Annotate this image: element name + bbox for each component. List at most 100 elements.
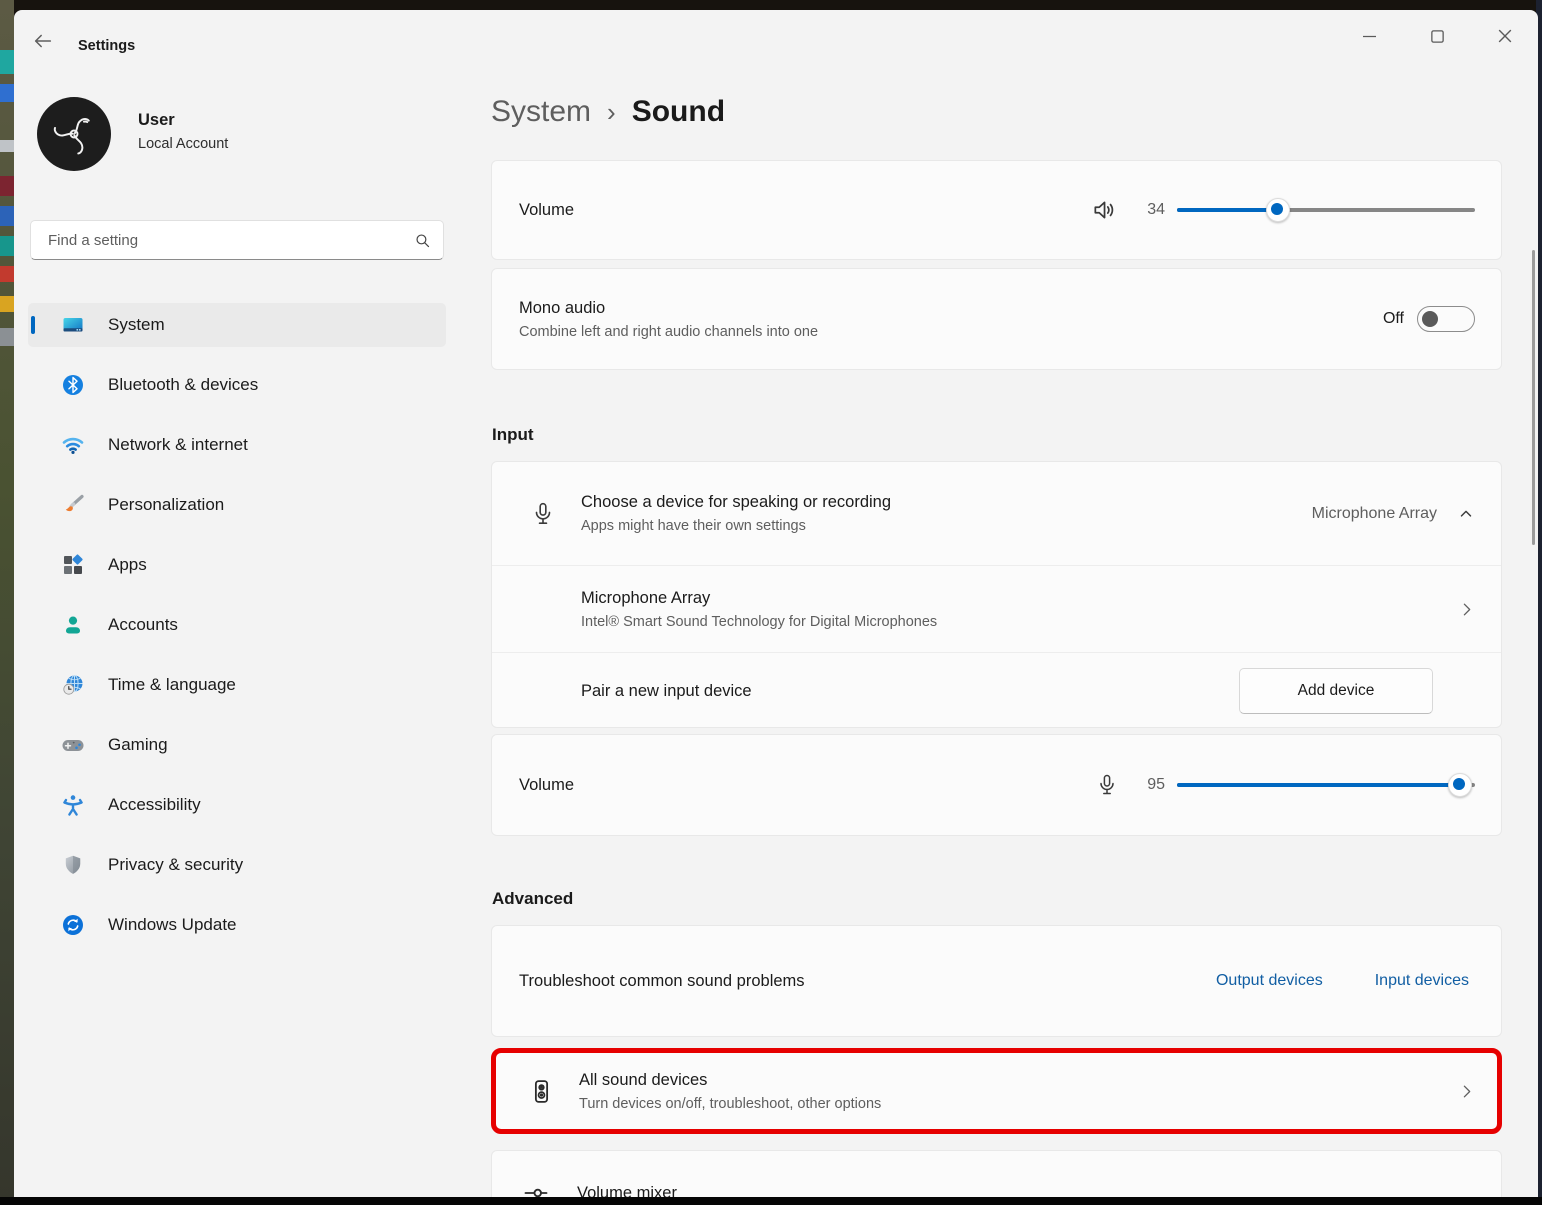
sidebar-item-apps[interactable]: Apps bbox=[28, 543, 446, 587]
sidebar-item-personalization[interactable]: Personalization bbox=[28, 483, 446, 527]
search-box[interactable] bbox=[30, 220, 444, 260]
all-sound-devices-subtitle: Turn devices on/off, troubleshoot, other… bbox=[579, 1096, 881, 1112]
microphone-icon[interactable] bbox=[1095, 773, 1119, 797]
desktop-icon-fragment bbox=[0, 206, 14, 226]
mic-device-description: Intel® Smart Sound Technology for Digita… bbox=[581, 614, 937, 630]
chevron-up-icon[interactable] bbox=[1457, 505, 1475, 523]
all-sound-devices-title: All sound devices bbox=[579, 1071, 881, 1090]
desktop-edge-left bbox=[0, 0, 14, 1205]
add-device-button[interactable]: Add device bbox=[1239, 668, 1433, 714]
brush-icon bbox=[61, 493, 85, 517]
output-volume-card: Volume 34 bbox=[491, 160, 1502, 260]
razer-triskelion-avatar-icon bbox=[48, 108, 100, 160]
input-volume-label: Volume bbox=[519, 776, 574, 795]
desktop: Settings User Local Account bbox=[0, 0, 1542, 1205]
account-name: User bbox=[138, 111, 228, 130]
desktop-edge-bottom bbox=[0, 1197, 1542, 1205]
close-button[interactable] bbox=[1482, 20, 1528, 52]
window-controls bbox=[1324, 20, 1528, 52]
input-volume-card: Volume 95 bbox=[491, 734, 1502, 836]
sidebar-item-label: Bluetooth & devices bbox=[108, 375, 258, 395]
mono-audio-title: Mono audio bbox=[519, 299, 818, 318]
sidebar-item-privacy-security[interactable]: Privacy & security bbox=[28, 843, 446, 887]
close-icon bbox=[1498, 29, 1512, 43]
input-volume-slider[interactable] bbox=[1177, 774, 1475, 796]
system-icon bbox=[61, 313, 85, 337]
accessibility-icon bbox=[61, 793, 85, 817]
sidebar-item-network-internet[interactable]: Network & internet bbox=[28, 423, 446, 467]
sidebar-item-label: Network & internet bbox=[108, 435, 248, 455]
desktop-icon-fragment bbox=[0, 84, 14, 102]
choose-device-title: Choose a device for speaking or recordin… bbox=[581, 493, 891, 512]
avatar bbox=[37, 97, 111, 171]
person-icon bbox=[61, 613, 85, 637]
microphone-array-row[interactable]: Microphone Array Intel® Smart Sound Tech… bbox=[492, 566, 1501, 652]
sidebar-item-gaming[interactable]: Gaming bbox=[28, 723, 446, 767]
input-devices-link[interactable]: Input devices bbox=[1375, 972, 1469, 990]
slider-fill bbox=[1177, 783, 1460, 787]
search-icon bbox=[414, 232, 431, 249]
sidebar-item-bluetooth-devices[interactable]: Bluetooth & devices bbox=[28, 363, 446, 407]
slider-thumb[interactable] bbox=[1266, 198, 1290, 222]
pair-input-device-row: Pair a new input device Add device bbox=[492, 653, 1501, 729]
sidebar-item-label: Windows Update bbox=[108, 915, 237, 935]
mono-audio-toggle[interactable] bbox=[1417, 306, 1475, 332]
sidebar-item-time-language[interactable]: Time & language bbox=[28, 663, 446, 707]
troubleshoot-label: Troubleshoot common sound problems bbox=[519, 972, 805, 991]
sidebar-item-accessibility[interactable]: Accessibility bbox=[28, 783, 446, 827]
arrow-left-icon bbox=[32, 30, 54, 52]
input-volume-value: 95 bbox=[1139, 776, 1165, 794]
desktop-icon-fragment bbox=[0, 176, 14, 196]
search-input[interactable] bbox=[46, 231, 414, 250]
choose-input-device-row[interactable]: Choose a device for speaking or recordin… bbox=[492, 462, 1501, 565]
all-sound-devices-card-highlighted[interactable]: All sound devices Turn devices on/off, t… bbox=[491, 1048, 1502, 1134]
back-button[interactable] bbox=[30, 28, 56, 54]
sidebar-item-system[interactable]: System bbox=[28, 303, 446, 347]
sidebar-item-windows-update[interactable]: Windows Update bbox=[28, 903, 446, 947]
speaker-icon[interactable] bbox=[1091, 197, 1117, 223]
gamepad-icon bbox=[61, 733, 85, 757]
settings-window: Settings User Local Account bbox=[14, 10, 1538, 1197]
volume-mixer-title: Volume mixer bbox=[577, 1184, 677, 1198]
wifi-icon bbox=[61, 433, 85, 457]
desktop-icon-fragment bbox=[0, 236, 14, 256]
maximize-icon bbox=[1431, 30, 1444, 43]
sidebar-item-label: Apps bbox=[108, 555, 147, 575]
account-type: Local Account bbox=[138, 136, 228, 152]
microphone-icon bbox=[530, 501, 556, 527]
sidebar-item-accounts[interactable]: Accounts bbox=[28, 603, 446, 647]
sidebar-item-label: Privacy & security bbox=[108, 855, 243, 875]
mic-device-name: Microphone Array bbox=[581, 589, 937, 608]
troubleshoot-card: Troubleshoot common sound problems Outpu… bbox=[491, 925, 1502, 1037]
toggle-knob bbox=[1422, 311, 1438, 327]
mono-audio-subtitle: Combine left and right audio channels in… bbox=[519, 324, 818, 340]
output-devices-link[interactable]: Output devices bbox=[1216, 972, 1323, 990]
mixer-icon bbox=[522, 1179, 550, 1197]
bluetooth-icon bbox=[61, 373, 85, 397]
selected-input-device: Microphone Array bbox=[1312, 505, 1437, 523]
output-volume-value: 34 bbox=[1139, 201, 1165, 219]
sidebar-item-label: Time & language bbox=[108, 675, 236, 695]
globe-clock-icon bbox=[61, 673, 85, 697]
output-volume-slider[interactable] bbox=[1177, 199, 1475, 221]
choose-device-subtitle: Apps might have their own settings bbox=[581, 518, 891, 534]
speaker-device-icon bbox=[528, 1078, 555, 1105]
scrollbar-thumb[interactable] bbox=[1532, 250, 1535, 545]
volume-mixer-card[interactable]: Volume mixer bbox=[491, 1150, 1502, 1197]
breadcrumb-separator: › bbox=[607, 97, 616, 128]
selection-accent-bar bbox=[31, 316, 35, 334]
update-icon bbox=[61, 913, 85, 937]
minimize-icon bbox=[1363, 30, 1376, 43]
sidebar-nav: System Bluetooth & devices Network & int… bbox=[28, 303, 446, 963]
breadcrumb: System › Sound bbox=[491, 95, 725, 129]
breadcrumb-parent[interactable]: System bbox=[491, 95, 591, 129]
sidebar-item-label: Personalization bbox=[108, 495, 224, 515]
minimize-button[interactable] bbox=[1346, 20, 1392, 52]
desktop-icon-fragment bbox=[0, 50, 14, 74]
maximize-button[interactable] bbox=[1414, 20, 1460, 52]
slider-thumb[interactable] bbox=[1448, 773, 1472, 797]
desktop-icon-fragment bbox=[0, 266, 14, 282]
chevron-right-icon bbox=[1458, 601, 1475, 618]
output-volume-label: Volume bbox=[519, 201, 574, 220]
sidebar-item-label: Gaming bbox=[108, 735, 168, 755]
